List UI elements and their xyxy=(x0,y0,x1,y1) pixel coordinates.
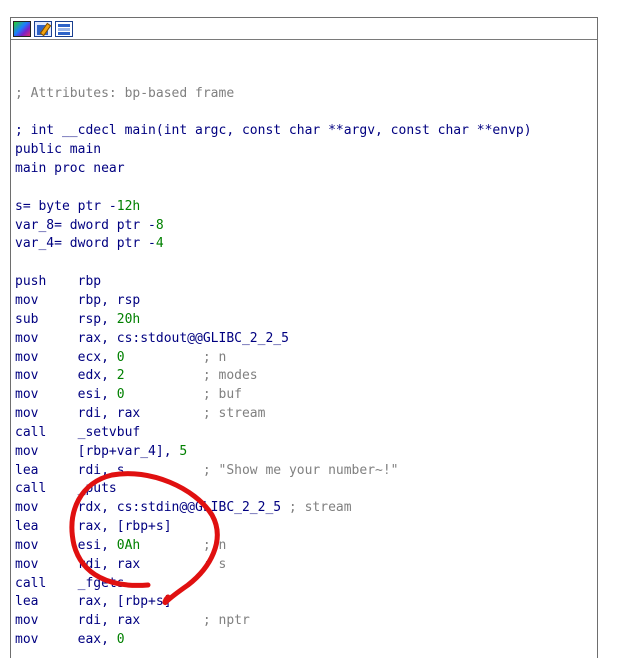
listing-line[interactable]: call _setvbuf xyxy=(15,424,627,443)
listing-line[interactable]: mov rdi, rax ; nptr xyxy=(15,612,627,631)
listing-token: mov rbp, rsp xyxy=(15,292,141,308)
listing-line[interactable]: s= byte ptr -12h xyxy=(15,198,627,217)
listing-token: mov esi, xyxy=(15,537,117,553)
listing-token: 2 xyxy=(116,368,125,384)
listing-line[interactable]: mov rdx, cs:stdin@@GLIBC_2_2_5 ; stream xyxy=(15,499,627,518)
listing-line[interactable]: lea rax, [rbp+s] xyxy=(15,518,627,537)
listing-token: 0 xyxy=(116,387,125,403)
edit-icon[interactable] xyxy=(34,20,52,37)
toolbar xyxy=(11,18,597,40)
listing-token: push rbp xyxy=(15,274,102,290)
listing-token: ; Attributes: bp-based frame xyxy=(15,85,235,101)
listing-line[interactable]: mov ecx, 0 ; n xyxy=(15,349,627,368)
listing-line[interactable]: mov rdi, rax ; stream xyxy=(15,405,627,424)
listing-line[interactable] xyxy=(15,104,627,123)
graph-view-icon[interactable] xyxy=(55,20,73,37)
listing-line[interactable]: mov rbp, rsp xyxy=(15,292,627,311)
listing-line[interactable]: lea rdi, s ; "Show me your number~!" xyxy=(15,462,627,481)
listing-line[interactable]: push rbp xyxy=(15,273,627,292)
listing-line[interactable]: mov rdi, rax ; s xyxy=(15,556,627,575)
listing-token: ; int __cdecl main(int argc, const char … xyxy=(15,123,532,139)
listing-token: 0 xyxy=(116,349,125,365)
listing-token: 20h xyxy=(116,311,141,327)
listing-token: 5 xyxy=(179,443,188,459)
listing-line[interactable]: mov edx, 2 ; modes xyxy=(15,367,627,386)
listing-token: call _puts xyxy=(15,481,117,497)
listing-token: mov [rbp+var_4], xyxy=(15,443,180,459)
listing-line[interactable]: main proc near xyxy=(15,160,627,179)
listing-line[interactable]: call _fgets xyxy=(15,575,627,594)
listing-line[interactable] xyxy=(15,179,627,198)
disassembly-listing[interactable]: ; Attributes: bp-based frame ; int __cde… xyxy=(15,47,627,650)
listing-token: 12h xyxy=(116,198,141,214)
listing-token: ; n xyxy=(124,349,227,365)
listing-token: public main xyxy=(15,142,102,158)
listing-token: 4 xyxy=(155,236,164,252)
listing-token: 0Ah xyxy=(116,537,141,553)
listing-token: lea rdi, s xyxy=(15,462,125,478)
listing-token: s= byte ptr - xyxy=(15,198,117,214)
listing-token: ; modes xyxy=(124,368,258,384)
listing-line[interactable]: call _puts xyxy=(15,480,627,499)
listing-line[interactable] xyxy=(15,47,627,66)
listing-token: ; s xyxy=(140,556,227,572)
listing-token: ; stream xyxy=(140,406,266,422)
listing-token: mov rdi, rax xyxy=(15,613,141,629)
listing-token: ; buf xyxy=(124,387,242,403)
listing-token: var_4= dword ptr - xyxy=(15,236,156,252)
color-palette-icon[interactable] xyxy=(13,20,31,37)
listing-token: mov ecx, xyxy=(15,349,117,365)
listing-token: mov rdi, rax xyxy=(15,556,141,572)
listing-token: mov rdx, cs:stdin@@GLIBC_2_2_5 xyxy=(15,500,282,516)
listing-token: sub rsp, xyxy=(15,311,117,327)
listing-line[interactable]: lea rax, [rbp+s] xyxy=(15,593,627,612)
listing-line[interactable]: mov eax, 0 xyxy=(15,631,627,650)
listing-line[interactable]: mov [rbp+var_4], 5 xyxy=(15,443,627,462)
listing-token: main proc near xyxy=(15,161,125,177)
listing-token: ; n xyxy=(140,537,227,553)
listing-token: call _setvbuf xyxy=(15,424,141,440)
listing-token: mov rdi, rax xyxy=(15,406,141,422)
listing-line[interactable]: mov rax, cs:stdout@@GLIBC_2_2_5 xyxy=(15,330,627,349)
listing-line[interactable]: mov esi, 0 ; buf xyxy=(15,386,627,405)
listing-token: ; nptr xyxy=(140,613,250,629)
listing-token: 8 xyxy=(155,217,164,233)
listing-line[interactable]: public main xyxy=(15,141,627,160)
listing-line[interactable]: mov esi, 0Ah ; n xyxy=(15,537,627,556)
listing-token: var_8= dword ptr - xyxy=(15,217,156,233)
listing-token: mov edx, xyxy=(15,368,117,384)
listing-token: ; stream xyxy=(281,500,352,516)
listing-token: ; "Show me your number~!" xyxy=(124,462,399,478)
listing-line[interactable]: var_4= dword ptr -4 xyxy=(15,235,627,254)
listing-token: mov esi, xyxy=(15,387,117,403)
listing-line[interactable]: sub rsp, 20h xyxy=(15,311,627,330)
listing-line[interactable]: ; Attributes: bp-based frame xyxy=(15,85,627,104)
listing-token: mov rax, cs:stdout@@GLIBC_2_2_5 xyxy=(15,330,289,346)
listing-token: lea rax, [rbp+s] xyxy=(15,519,172,535)
listing-line[interactable]: var_8= dword ptr -8 xyxy=(15,217,627,236)
listing-line[interactable] xyxy=(15,254,627,273)
listing-line[interactable]: ; int __cdecl main(int argc, const char … xyxy=(15,122,627,141)
listing-line[interactable] xyxy=(15,66,627,85)
listing-token: call _fgets xyxy=(15,575,125,591)
listing-token: lea rax, [rbp+s] xyxy=(15,594,172,610)
